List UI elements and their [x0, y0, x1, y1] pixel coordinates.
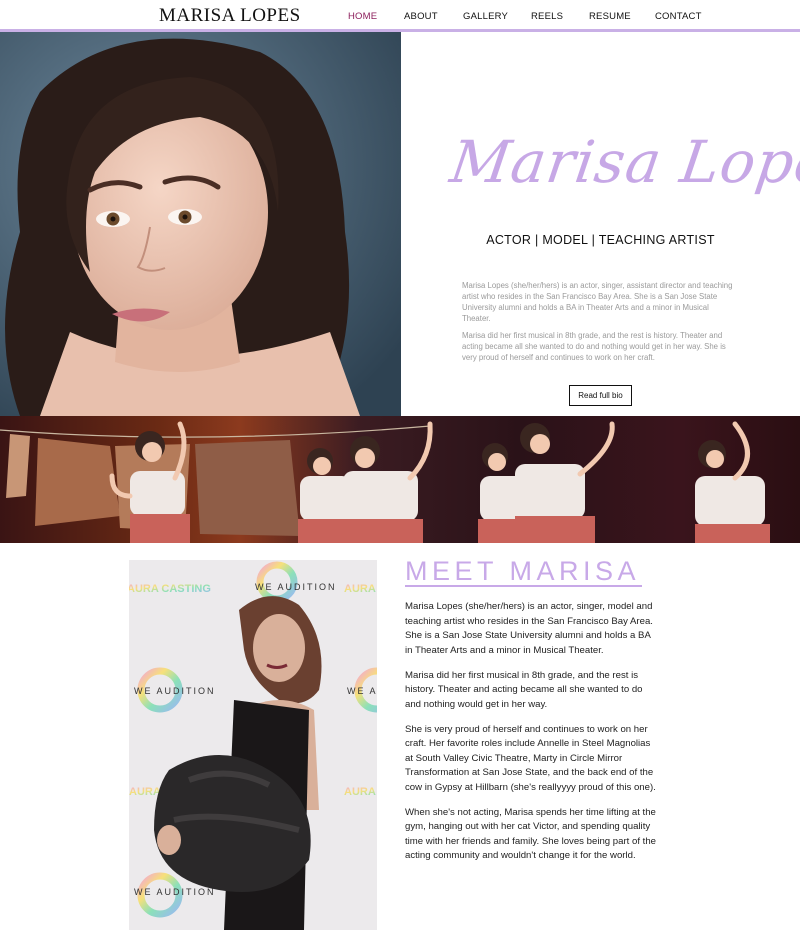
photo-wall-logo-text: AURA CASTING — [344, 583, 377, 595]
bio-paragraph: Marisa Lopes (she/her/hers) is an actor,… — [405, 601, 653, 656]
meet-bio: Marisa Lopes (she/her/hers) is an actor,… — [405, 600, 657, 874]
read-full-bio-button[interactable]: Read full bio — [569, 385, 632, 406]
heading-underline — [405, 585, 642, 587]
photo-wall-illustration: AURA CASTING AURA CASTING AURA CASTING A… — [129, 560, 377, 930]
meet-marisa-heading: MEET MARISA — [405, 556, 641, 586]
stage-illustration — [0, 421, 770, 543]
photo-wall-logo-text: AURA CASTING — [344, 786, 377, 798]
photo-wall-logo-text: WE AUDITION — [347, 686, 377, 696]
nav-gallery[interactable]: GALLERY — [463, 11, 508, 22]
nav-resume[interactable]: RESUME — [589, 11, 631, 22]
short-bio-paragraph: Marisa Lopes (she/her/hers) is an actor,… — [462, 281, 733, 323]
nav-about[interactable]: ABOUT — [404, 11, 438, 22]
tagline: ACTOR | MODEL | TEACHING ARTIST — [486, 233, 715, 247]
bio-paragraph: She is very proud of herself and continu… — [405, 723, 656, 793]
hero-intro: Marisa Lopes ACTOR | MODEL | TEACHING AR… — [401, 32, 800, 416]
photo-wall-logo-text: WE AUDITION — [134, 887, 216, 897]
nav-home[interactable]: HOME — [348, 11, 377, 22]
photo-wall-logo-text: AURA CASTING — [129, 583, 211, 595]
hero-portrait-photo — [0, 32, 401, 416]
nav-reels[interactable]: REELS — [531, 11, 563, 22]
photo-wall-logo-text: WE AUDITION — [255, 582, 337, 592]
step-and-repeat-photo: AURA CASTING AURA CASTING AURA CASTING A… — [129, 560, 377, 930]
short-bio: Marisa Lopes (she/her/hers) is an actor,… — [462, 280, 738, 369]
signature-text: Marisa Lopes — [446, 128, 800, 196]
bio-paragraph: Marisa did her first musical in 8th grad… — [405, 669, 643, 710]
nav-contact[interactable]: CONTACT — [655, 11, 702, 22]
main-nav: HOME ABOUT GALLERY REELS RESUME CONTACT — [0, 11, 800, 25]
site-header: MARISA LOPES HOME ABOUT GALLERY REELS RE… — [0, 0, 800, 32]
portrait-illustration — [0, 32, 401, 416]
short-bio-paragraph: Marisa did her first musical in 8th grad… — [462, 331, 726, 362]
bio-paragraph: When she's not acting, Marisa spends her… — [405, 806, 656, 862]
production-banner-photo — [0, 416, 800, 543]
signature-heading: Marisa Lopes — [446, 128, 800, 224]
photo-wall-logo-text: WE AUDITION — [134, 686, 216, 696]
